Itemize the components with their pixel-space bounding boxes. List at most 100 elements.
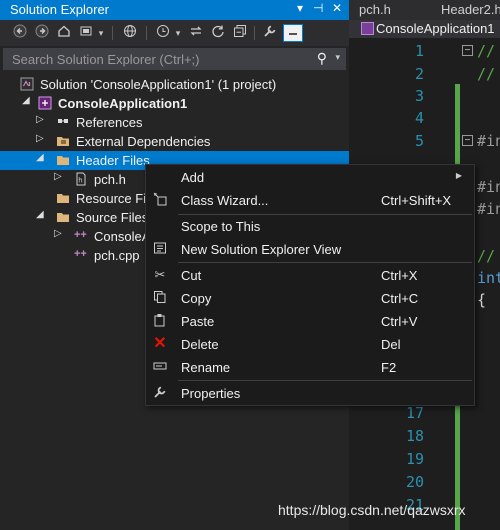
references-icon <box>56 115 70 129</box>
code-brace[interactable]: { <box>477 291 486 309</box>
search-options-dropdown-icon[interactable]: ▾ <box>335 52 340 63</box>
menu-item-add[interactable]: Add ▶ <box>146 166 474 188</box>
pin-icon[interactable]: ⊣ <box>313 1 323 15</box>
window-menu-dropdown-icon[interactable]: ▾ <box>297 1 303 15</box>
line-number: 20 <box>405 473 424 491</box>
collapsed-arrow-icon[interactable]: ▷ <box>36 114 44 125</box>
menu-item-new-solution-explorer-view[interactable]: New Solution Explorer View <box>146 238 474 260</box>
menu-separator <box>178 380 472 381</box>
copy-icon <box>152 290 168 306</box>
tree-item-label: External Dependencies <box>76 134 211 149</box>
header-file-icon: h <box>74 172 88 186</box>
switch-views-icon[interactable] <box>78 24 94 42</box>
menu-item-label: Cut <box>181 268 202 283</box>
navigation-bar: ConsoleApplication1 <box>349 20 500 38</box>
menu-item-shortcut: Ctrl+C <box>381 291 419 306</box>
tree-item-label: Solution 'ConsoleApplication1' (1 projec… <box>40 77 277 92</box>
menu-item-shortcut: F2 <box>381 360 397 375</box>
collapse-region-icon[interactable]: − <box>462 45 473 56</box>
external-dependencies-icon <box>56 134 70 148</box>
menu-item-rename[interactable]: Rename F2 <box>146 356 474 378</box>
project-icon <box>361 22 374 35</box>
cpp-file-icon: ++ <box>74 248 87 260</box>
code-directive[interactable]: #in <box>477 132 500 150</box>
svg-text:h: h <box>78 177 82 185</box>
menu-item-label: New Solution Explorer View <box>181 242 342 257</box>
switch-views-dropdown-icon[interactable]: ▾ <box>96 24 106 42</box>
menu-item-paste[interactable]: Paste Ctrl+V <box>146 310 474 332</box>
code-comment[interactable]: // <box>477 42 495 60</box>
line-number: 1 <box>414 42 424 60</box>
home-icon[interactable] <box>56 24 72 42</box>
cpp-file-icon: ++ <box>74 229 87 241</box>
code-comment[interactable]: // <box>477 65 495 83</box>
watermark-text: https://blog.csdn.net/qazwsxrx <box>278 502 466 518</box>
sync-icon[interactable] <box>188 24 204 42</box>
project-icon <box>38 96 52 110</box>
tree-item-label: Header Files <box>76 153 150 168</box>
code-keyword[interactable]: int <box>477 269 500 287</box>
document-tabs: pch.h Header2.h <box>349 0 500 20</box>
collapsed-arrow-icon[interactable]: ▷ <box>54 171 62 182</box>
project-scope-dropdown[interactable]: ConsoleApplication1 <box>376 21 495 36</box>
menu-item-label: Paste <box>181 314 215 329</box>
menu-item-properties[interactable]: Properties <box>146 382 474 404</box>
tree-item-solution[interactable]: Solution 'ConsoleApplication1' (1 projec… <box>0 75 349 94</box>
expanded-arrow-icon[interactable]: ◢ <box>36 152 44 163</box>
tree-item-external-dependencies[interactable]: ▷ External Dependencies <box>0 132 349 151</box>
refresh-icon[interactable] <box>210 24 226 42</box>
tree-item-project[interactable]: ◢ ConsoleApplication1 <box>0 94 349 113</box>
menu-item-shortcut: Ctrl+Shift+X <box>381 193 452 208</box>
tree-item-label: pch.cpp <box>94 248 140 263</box>
back-icon[interactable] <box>12 24 28 42</box>
tab-header2-h[interactable]: Header2.h <box>441 0 500 20</box>
solution-explorer-titlebar: Solution Explorer ▾ ⊣ ✕ <box>0 0 349 20</box>
menu-item-label: Properties <box>181 386 241 401</box>
menu-item-copy[interactable]: Copy Ctrl+C <box>146 287 474 309</box>
search-icon[interactable]: ⚲ <box>317 50 327 67</box>
tree-item-label: ConsoleApplication1 <box>58 96 188 111</box>
solution-icon <box>20 77 34 91</box>
line-number: 18 <box>405 427 424 445</box>
tab-pch-h[interactable]: pch.h <box>359 0 391 20</box>
filter-dropdown-icon[interactable]: ▾ <box>173 24 183 42</box>
menu-item-shortcut: Ctrl+X <box>381 268 418 283</box>
code-comment[interactable]: // <box>477 247 495 265</box>
search-input[interactable]: Search Solution Explorer (Ctrl+;) <box>12 52 200 67</box>
collapsed-arrow-icon[interactable]: ▷ <box>36 133 44 144</box>
menu-item-scope-to-this[interactable]: Scope to This <box>146 215 474 237</box>
menu-item-label: Scope to This <box>181 219 261 234</box>
close-icon[interactable]: ✕ <box>332 1 342 15</box>
forward-icon[interactable] <box>34 24 50 42</box>
globe-icon[interactable] <box>122 24 138 42</box>
line-number: 17 <box>405 404 424 422</box>
collapse-region-icon[interactable]: − <box>462 135 473 146</box>
line-number: 2 <box>414 65 424 83</box>
menu-item-shortcut: Del <box>381 337 401 352</box>
code-directive[interactable]: #in <box>477 178 500 196</box>
wrench-icon <box>152 385 168 401</box>
menu-item-cut[interactable]: ✂ Cut Ctrl+X <box>146 264 474 286</box>
expanded-arrow-icon[interactable]: ◢ <box>36 209 44 220</box>
panel-title: Solution Explorer <box>10 2 109 17</box>
collapsed-arrow-icon[interactable]: ▷ <box>54 228 62 239</box>
solution-explorer-toolbar: ▾ ▾ <box>0 20 349 46</box>
paste-icon <box>152 313 168 329</box>
tree-item-references[interactable]: ▷ References <box>0 113 349 132</box>
collapse-all-icon[interactable] <box>232 24 248 42</box>
tree-item-label: Resource Fi <box>76 191 147 206</box>
toolbar-separator <box>254 26 255 40</box>
code-directive[interactable]: #in <box>477 200 500 218</box>
expanded-arrow-icon[interactable]: ◢ <box>22 95 30 106</box>
properties-wrench-icon[interactable] <box>262 24 278 42</box>
menu-item-delete[interactable]: ✕ Delete Del <box>146 333 474 355</box>
search-box[interactable]: Search Solution Explorer (Ctrl+;) ⚲ ▾ <box>3 48 346 70</box>
pending-changes-filter-icon[interactable] <box>155 24 171 42</box>
menu-item-class-wizard[interactable]: Class Wizard... Ctrl+Shift+X <box>146 189 474 211</box>
line-number: 3 <box>414 87 424 105</box>
submenu-arrow-icon: ▶ <box>455 171 462 180</box>
preview-selected-items-icon[interactable] <box>283 24 303 42</box>
tree-item-label: pch.h <box>94 172 126 187</box>
line-number: 5 <box>414 132 424 150</box>
line-number: 19 <box>405 450 424 468</box>
